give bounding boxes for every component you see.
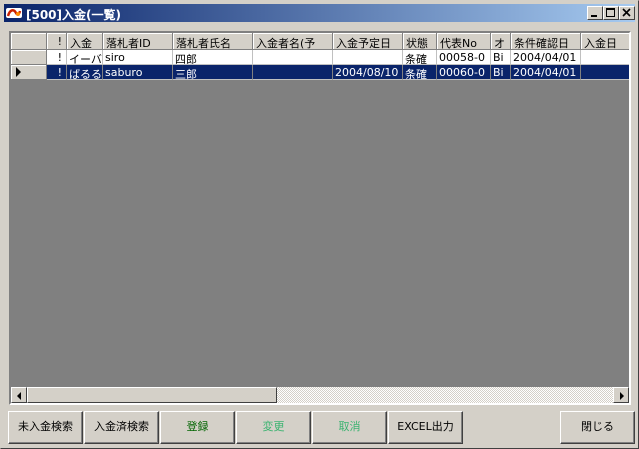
scroll-track[interactable] <box>27 387 613 403</box>
header-scheduled-date[interactable]: 入金予定日 <box>333 33 403 50</box>
horizontal-scrollbar[interactable] <box>11 387 629 403</box>
cancel-button[interactable]: 取消 <box>312 411 387 444</box>
cell-o[interactable]: Bi <box>491 65 511 80</box>
minimize-icon <box>591 15 597 17</box>
cell-payer-name[interactable] <box>253 65 333 80</box>
row-indicator[interactable] <box>11 50 47 65</box>
cell-bidder-name[interactable]: 四郎 <box>173 50 253 65</box>
cell-rep-no[interactable]: 00058-0 <box>437 50 491 65</box>
row-indicator[interactable] <box>11 65 47 80</box>
table-row-selected[interactable]: ! ばるる saburo 三郎 2004/08/10 条確 00060-0 Bi… <box>11 65 629 80</box>
scroll-thumb[interactable] <box>27 387 277 403</box>
header-status[interactable]: 状態 <box>403 33 437 50</box>
cell-status[interactable]: 条確 <box>403 65 437 80</box>
header-o[interactable]: オ <box>491 33 511 50</box>
header-rep-no[interactable]: 代表No <box>437 33 491 50</box>
cell-flag[interactable]: ! <box>47 65 67 80</box>
register-button[interactable]: 登録 <box>160 411 235 444</box>
cell-payment[interactable]: イーバ <box>67 50 103 65</box>
grid-header: ! 入金 落札者ID 落札者氏名 入金者名(予 入金予定日 状態 代表No オ … <box>11 33 629 50</box>
change-button[interactable]: 変更 <box>236 411 311 444</box>
close-window-button[interactable]: 閉じる <box>560 411 635 444</box>
cell-condition-date[interactable]: 2004/04/01 <box>511 65 581 80</box>
header-flag[interactable]: ! <box>47 33 67 50</box>
maximize-icon <box>606 8 615 17</box>
current-row-arrow-icon <box>16 67 21 77</box>
arrow-right-icon <box>620 392 624 400</box>
unpaid-search-button[interactable]: 未入金検索 <box>8 411 83 444</box>
table-row[interactable]: ! イーバ siro 四郎 条確 00058-0 Bi 2004/04/01 <box>11 50 629 65</box>
paid-search-button[interactable]: 入金済検索 <box>84 411 159 444</box>
cell-rep-no[interactable]: 00060-0 <box>437 65 491 80</box>
scroll-left-button[interactable] <box>11 387 27 403</box>
cell-condition-date[interactable]: 2004/04/01 <box>511 50 581 65</box>
maximize-button[interactable] <box>603 6 619 20</box>
cell-bidder-name[interactable]: 三郎 <box>173 65 253 80</box>
cell-o[interactable]: Bi <box>491 50 511 65</box>
title-bar[interactable]: [500]入金(一覧) <box>4 4 635 22</box>
header-bidder-name[interactable]: 落札者氏名 <box>173 33 253 50</box>
arrow-left-icon <box>17 392 21 400</box>
cell-status[interactable]: 条確 <box>403 50 437 65</box>
header-indicator <box>11 33 47 50</box>
cell-bidder-id[interactable]: saburo <box>103 65 173 80</box>
header-payer-name[interactable]: 入金者名(予 <box>253 33 333 50</box>
close-button[interactable] <box>619 6 635 20</box>
cell-payment-date[interactable] <box>581 65 629 80</box>
header-condition-date[interactable]: 条件確認日 <box>511 33 581 50</box>
cell-payment-date[interactable] <box>581 50 629 65</box>
excel-output-button[interactable]: EXCEL出力 <box>388 411 463 444</box>
data-grid[interactable]: ! 入金 落札者ID 落札者氏名 入金者名(予 入金予定日 状態 代表No オ … <box>9 31 631 405</box>
cell-bidder-id[interactable]: siro <box>103 50 173 65</box>
minimize-button[interactable] <box>587 6 603 20</box>
app-icon <box>6 5 22 21</box>
cell-flag[interactable]: ! <box>47 50 67 65</box>
cell-scheduled-date[interactable]: 2004/08/10 <box>333 65 403 80</box>
cell-payment[interactable]: ばるる <box>67 65 103 80</box>
scroll-right-button[interactable] <box>613 387 629 403</box>
close-icon <box>622 8 631 17</box>
cell-payer-name[interactable] <box>253 50 333 65</box>
cell-scheduled-date[interactable] <box>333 50 403 65</box>
window-title: [500]入金(一覧) <box>26 8 121 22</box>
main-window: [500]入金(一覧) ! 入金 落札者ID 落札者氏名 入金者名(予 入金予定… <box>0 0 639 449</box>
header-payment[interactable]: 入金 <box>67 33 103 50</box>
header-bidder-id[interactable]: 落札者ID <box>103 33 173 50</box>
header-payment-date[interactable]: 入金日 <box>581 33 629 50</box>
